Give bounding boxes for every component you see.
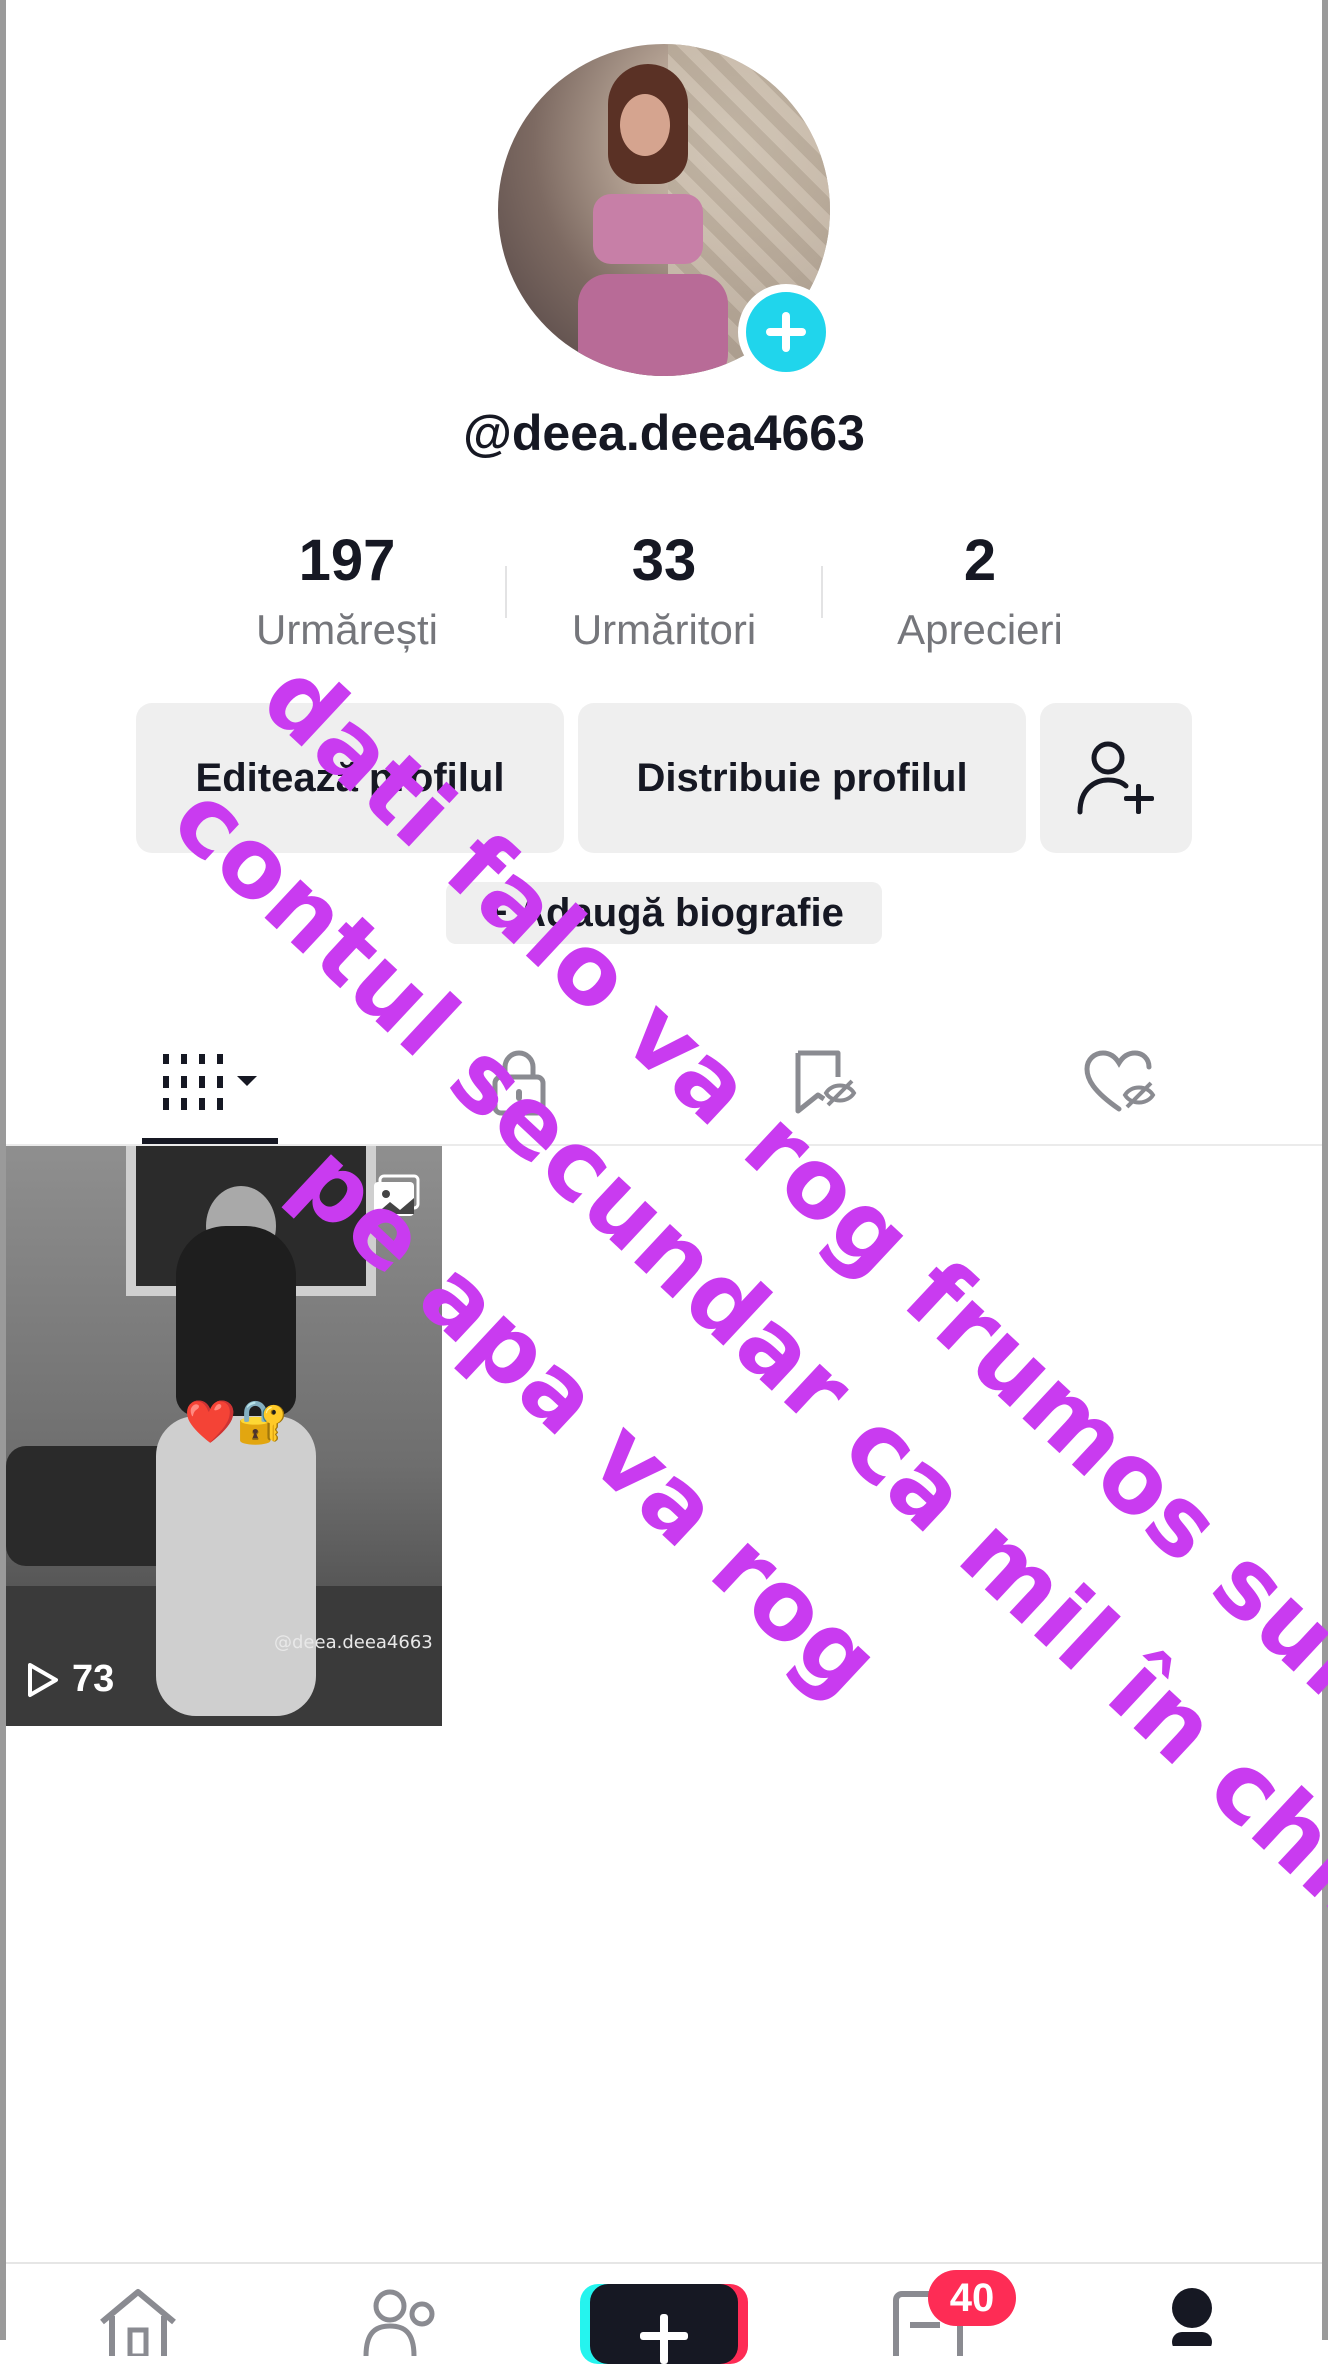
grid-icon: [163, 1054, 257, 1110]
avatar-pants: [578, 274, 728, 376]
view-count: 73: [26, 1658, 114, 1701]
inbox-badge: 40: [928, 2270, 1016, 2326]
stat-likes-label: Aprecieri: [897, 606, 1063, 653]
plus-icon: [640, 2314, 688, 2364]
avatar-top: [593, 194, 703, 264]
stat-likes-value: 2: [963, 528, 997, 593]
stat-following-label: Urmărești: [255, 606, 438, 653]
add-photo-button[interactable]: [738, 284, 834, 380]
thumbnail-pants: [156, 1416, 316, 1716]
stat-followers-value: 33: [631, 528, 697, 593]
friends-icon: [363, 2289, 435, 2357]
nav-profile[interactable]: [1166, 2286, 1218, 2352]
thumbnail-chair: [6, 1446, 176, 1566]
avatar-face: [620, 94, 670, 156]
bottom-nav-divider: [6, 2262, 1322, 2264]
tab-liked[interactable]: [1016, 1020, 1226, 1144]
view-count-value: 73: [72, 1658, 115, 1700]
tab-videos[interactable]: [106, 1020, 316, 1144]
plus-icon: [766, 312, 806, 352]
share-profile-button[interactable]: Distribuie profilul: [578, 703, 1026, 853]
stat-followers[interactable]: 33 Urmăritori: [534, 524, 794, 660]
stat-followers-label: Urmăritori: [571, 606, 757, 653]
add-user-icon: [1077, 741, 1154, 815]
thumbnail-top: [176, 1226, 296, 1416]
nav-home[interactable]: [96, 2286, 180, 2361]
share-profile-label: Distribuie profilul: [636, 755, 968, 800]
stat-following[interactable]: 197 Urmărești: [217, 524, 477, 660]
stat-divider: [821, 566, 823, 618]
play-icon: [28, 1662, 58, 1697]
thumbnail-watermark: @deea.deea4663: [274, 1632, 433, 1653]
create-button[interactable]: [590, 2284, 738, 2364]
profile-icon: [1172, 2288, 1212, 2352]
screen-edge-right: [1322, 0, 1328, 2340]
heart-hidden-icon: [1084, 1050, 1156, 1112]
stat-likes[interactable]: 2 Aprecieri: [850, 524, 1110, 660]
stat-divider: [505, 566, 507, 618]
nav-friends[interactable]: [362, 2286, 442, 2361]
home-icon: [100, 2289, 176, 2359]
add-friend-button[interactable]: [1040, 703, 1192, 853]
stat-following-value: 197: [298, 528, 396, 593]
username: @deea.deea4663: [463, 405, 865, 461]
thumbnail-emoji: ❤️🔐: [184, 1398, 289, 1445]
